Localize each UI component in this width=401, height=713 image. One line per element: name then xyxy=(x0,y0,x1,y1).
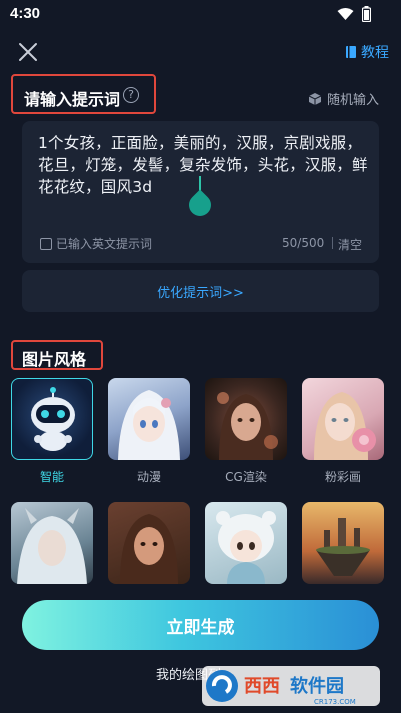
close-button[interactable] xyxy=(16,40,40,64)
close-icon xyxy=(19,43,37,61)
style-thumb xyxy=(205,378,287,460)
random-input-label: 随机输入 xyxy=(326,93,379,108)
chibi-portrait-image xyxy=(216,511,276,584)
style-label: 动漫 xyxy=(136,470,161,484)
status-bar: 4:30 xyxy=(0,0,401,30)
prompt-textarea[interactable]: 1个女孩，正面脸，美丽的，汉服，京剧戏服，花旦，灯笼，发髻，复杂发饰，头花，汉服… xyxy=(38,132,368,198)
tutorial-label: 教程 xyxy=(361,45,389,61)
style-label: 智能 xyxy=(39,470,64,484)
fantasy-portrait-image xyxy=(17,508,87,584)
optimize-prompt-button[interactable]: 优化提示词>> xyxy=(22,270,379,312)
style-item-pastel[interactable]: 粉彩画 xyxy=(302,378,384,485)
floating-island-image xyxy=(316,518,370,576)
style-label: CG渲染 xyxy=(225,470,267,484)
style-title: 图片风格 xyxy=(22,350,87,369)
style-item-5[interactable] xyxy=(11,502,93,592)
style-thumb xyxy=(108,502,190,584)
realistic-portrait-image xyxy=(120,514,178,584)
checkbox-box[interactable] xyxy=(40,237,52,250)
robot-icon xyxy=(31,387,75,451)
style-thumb xyxy=(205,502,287,584)
divider xyxy=(332,237,333,249)
anime-portrait-image xyxy=(118,390,180,460)
svg-text:软件园: 软件园 xyxy=(290,675,344,697)
style-label: 粉彩画 xyxy=(324,470,361,484)
watermark-logo: 西西 软件园 CR173.COM xyxy=(202,666,380,706)
style-item-smart[interactable]: 智能 xyxy=(11,378,93,485)
style-item-8[interactable] xyxy=(302,502,384,592)
battery-icon xyxy=(362,6,371,22)
svg-text:西西: 西西 xyxy=(244,676,280,697)
style-thumb xyxy=(108,378,190,460)
style-thumb xyxy=(302,378,384,460)
random-input-button[interactable]: 随机输入 xyxy=(308,89,379,108)
status-icons xyxy=(337,6,371,22)
cube-icon xyxy=(308,92,322,105)
style-thumb xyxy=(11,502,93,584)
generate-button[interactable]: 立即生成 xyxy=(22,600,379,650)
book-icon xyxy=(346,46,356,58)
english-prompt-label: 已输入英文提示词 xyxy=(56,237,153,251)
pastel-portrait-image xyxy=(314,392,376,460)
style-item-anime[interactable]: 动漫 xyxy=(108,378,190,485)
style-thumb xyxy=(302,502,384,584)
status-time: 4:30 xyxy=(10,5,41,22)
style-item-cg[interactable]: CG渲染 xyxy=(205,378,287,485)
tutorial-link[interactable]: 教程 xyxy=(345,42,389,62)
wifi-icon xyxy=(337,8,354,20)
style-item-6[interactable] xyxy=(108,502,190,592)
prompt-title: 请输入提示词 xyxy=(24,90,121,109)
cg-portrait-image xyxy=(217,392,278,460)
char-count: 50/500 xyxy=(282,236,325,250)
help-icon[interactable]: ? xyxy=(123,87,139,103)
clear-button[interactable]: 清空 xyxy=(338,236,362,253)
english-prompt-checkbox[interactable]: 已输入英文提示词 xyxy=(40,235,152,252)
style-thumb xyxy=(11,378,93,460)
svg-text:CR173.COM: CR173.COM xyxy=(314,698,356,706)
style-item-7[interactable] xyxy=(205,502,287,592)
